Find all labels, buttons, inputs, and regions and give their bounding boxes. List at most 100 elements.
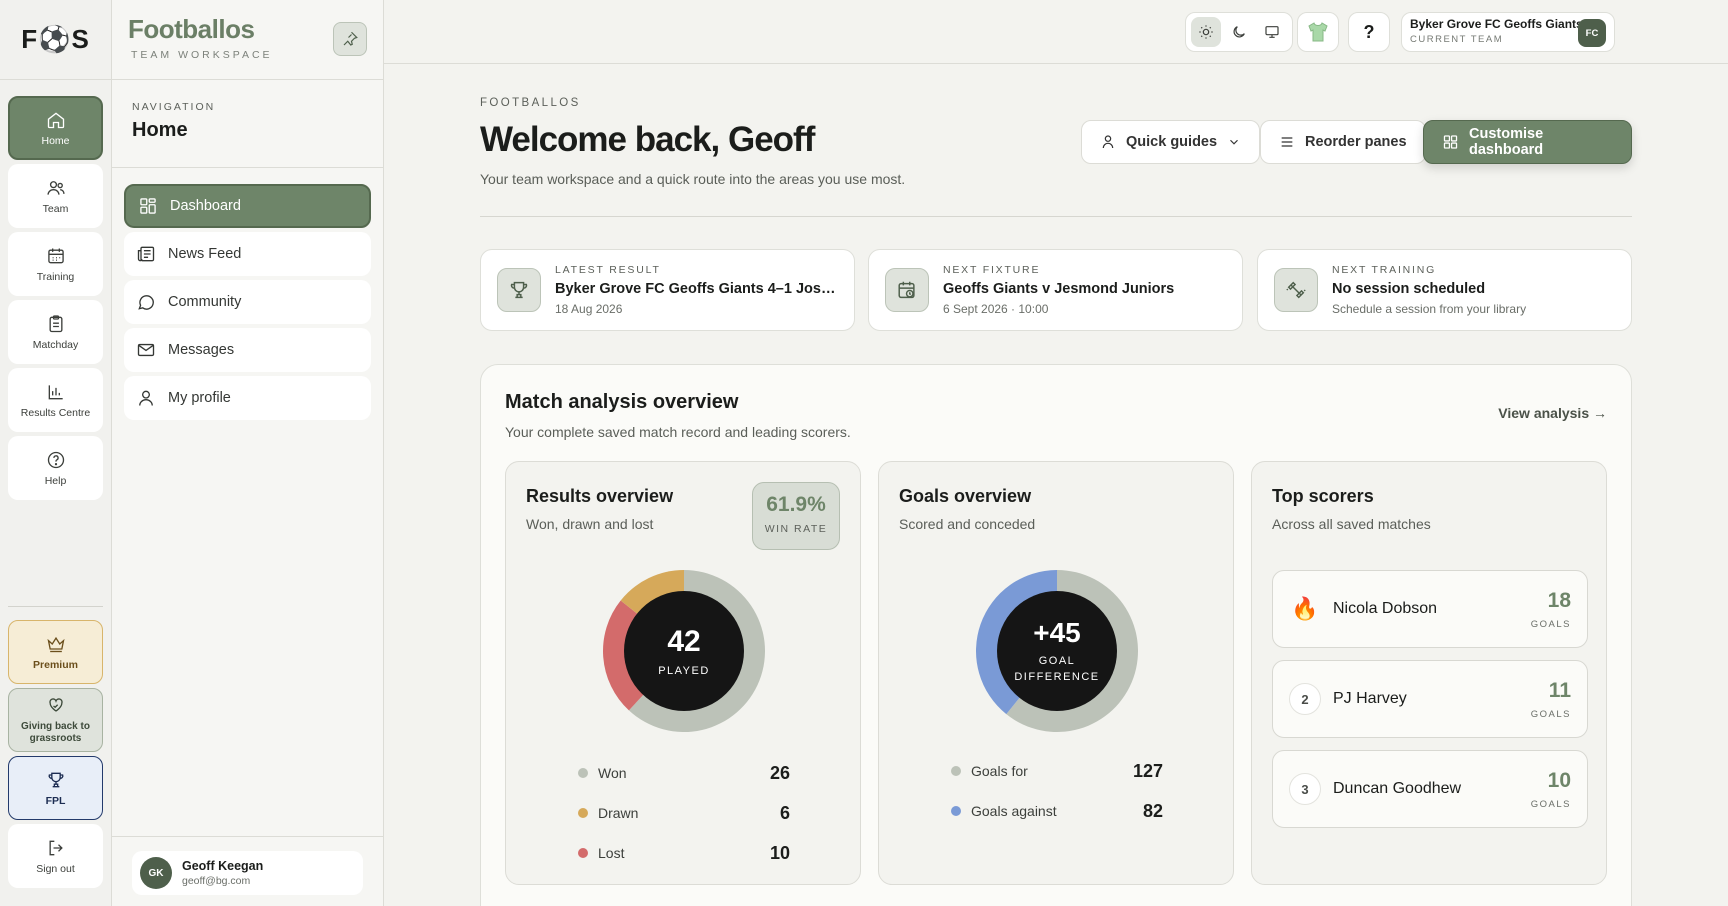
- pin-sidebar-button[interactable]: [333, 22, 367, 56]
- goal-difference-label-2: DIFFERENCE: [1014, 671, 1099, 683]
- goal-difference-label-1: GOAL: [1039, 655, 1076, 667]
- calendar-clock-icon: [898, 281, 915, 299]
- next-training-card[interactable]: NEXT TRAINING No session scheduled Sched…: [1257, 249, 1632, 331]
- legend-dot: [578, 848, 588, 858]
- card-kicker: NEXT FIXTURE: [943, 264, 1041, 276]
- reorder-panes-button[interactable]: Reorder panes: [1260, 120, 1426, 164]
- sun-icon: [1199, 25, 1213, 39]
- card-subtitle: 18 Aug 2026: [555, 302, 623, 316]
- next-fixture-card[interactable]: NEXT FIXTURE Geoffs Giants v Jesmond Jun…: [868, 249, 1243, 331]
- legend-dot: [578, 808, 588, 818]
- scorers-subtitle: Across all saved matches: [1272, 516, 1431, 532]
- card-subtitle: Schedule a session from your library: [1332, 302, 1527, 316]
- rail-item-premium[interactable]: Premium: [8, 620, 103, 684]
- header-divider: [480, 216, 1632, 217]
- heart-hands-icon: [48, 697, 63, 712]
- rail-item-label: Training: [36, 270, 75, 283]
- rail-item-matchday[interactable]: Matchday: [8, 300, 103, 364]
- results-donut-chart: 42 PLAYED: [603, 570, 765, 732]
- current-team-selector[interactable]: Byker Grove FC Geoffs Giants CURRENT TEA…: [1401, 12, 1615, 52]
- nav-item-my-profile[interactable]: My profile: [124, 376, 371, 420]
- nav-list: Dashboard News Feed Community Messages M…: [112, 168, 383, 440]
- goal-difference-value: +45: [1033, 617, 1081, 648]
- fire-icon: 🔥: [1291, 596, 1319, 621]
- user-card: GK Geoff Keegan geoff@bg.com: [112, 836, 383, 906]
- chat-bubble-icon: [138, 295, 154, 310]
- rail-item-fpl[interactable]: FPL: [8, 756, 103, 820]
- card-kicker: LATEST RESULT: [555, 264, 661, 276]
- home-icon: [47, 111, 64, 128]
- rail-item-label: Team: [42, 202, 69, 215]
- newspaper-icon: [137, 246, 155, 262]
- legend-value: 10: [769, 842, 790, 863]
- results-title: Results overview: [526, 486, 674, 506]
- guide-person-icon: [1102, 135, 1114, 149]
- rail-item-help[interactable]: Help: [8, 436, 103, 500]
- rail-item-team[interactable]: Team: [8, 164, 103, 228]
- moon-icon: [1233, 26, 1245, 38]
- nav-item-label: Messages: [168, 342, 235, 358]
- scorer-rank: 2: [1289, 683, 1321, 715]
- trophy-icon: [48, 772, 63, 787]
- rail-logo[interactable]: F⚽S: [0, 0, 111, 80]
- team-name: Byker Grove FC Geoffs Giants: [1410, 17, 1583, 31]
- team-subtitle: CURRENT TEAM: [1410, 34, 1504, 45]
- legend-row-lost: Lost 10: [578, 833, 790, 873]
- dark-theme-button[interactable]: [1224, 17, 1254, 47]
- rail-item-training[interactable]: Training: [8, 232, 103, 296]
- nav-item-messages[interactable]: Messages: [124, 328, 371, 372]
- navigation-title: Home: [132, 119, 188, 141]
- legend-row-goals-against: Goals against 82: [951, 791, 1163, 831]
- team-badge: FC: [1578, 19, 1606, 47]
- scorer-goals: 18: [1547, 588, 1571, 612]
- scorer-row[interactable]: 2 PJ Harvey 11 GOALS: [1272, 660, 1588, 738]
- legend-value: 127: [1132, 760, 1163, 781]
- rail-item-label: Help: [44, 474, 67, 487]
- navigation-kicker: NAVIGATION: [132, 101, 216, 113]
- page-subtitle: Your team workspace and a quick route in…: [480, 171, 906, 187]
- view-analysis-link[interactable]: View analysis →: [1498, 405, 1607, 421]
- light-theme-button[interactable]: [1191, 17, 1222, 47]
- rail-item-label: Home: [41, 134, 70, 147]
- card-kicker: NEXT TRAINING: [1332, 264, 1437, 276]
- rail-item-sign-out[interactable]: Sign out: [8, 824, 103, 888]
- legend-value: 26: [769, 762, 790, 783]
- customise-dashboard-button[interactable]: Customise dashboard: [1423, 120, 1632, 164]
- results-subtitle: Won, drawn and lost: [526, 516, 654, 532]
- latest-result-card[interactable]: LATEST RESULT Byker Grove FC Geoffs Gian…: [480, 249, 855, 331]
- scorer-goals: 11: [1548, 678, 1571, 702]
- crown-icon: [46, 636, 65, 652]
- rail-item-label: Sign out: [36, 862, 75, 875]
- quick-guides-button[interactable]: Quick guides: [1081, 120, 1261, 164]
- win-rate-label: WIN RATE: [764, 523, 828, 535]
- pin-icon: [343, 31, 358, 46]
- top-scorers-card: Top scorers Across all saved matches 🔥 N…: [1251, 461, 1607, 885]
- rail-item-label: Giving back to grassroots: [21, 720, 90, 744]
- goals-subtitle: Scored and conceded: [899, 516, 1036, 532]
- nav-item-dashboard[interactable]: Dashboard: [124, 184, 371, 228]
- user-profile-button[interactable]: GK Geoff Keegan geoff@bg.com: [132, 851, 363, 895]
- nav-item-community[interactable]: Community: [124, 280, 371, 324]
- system-theme-button[interactable]: [1257, 17, 1287, 47]
- legend-label: Goals against: [971, 803, 1057, 819]
- rail-item-home[interactable]: Home: [8, 96, 103, 160]
- legend-dot: [951, 766, 961, 776]
- nav-item-news-feed[interactable]: News Feed: [124, 232, 371, 276]
- legend-row-won: Won 26: [578, 753, 790, 793]
- sign-out-icon: [49, 840, 63, 855]
- legend-label: Goals for: [971, 763, 1028, 779]
- dashboard-icon: [1443, 135, 1458, 149]
- scorer-row[interactable]: 3 Duncan Goodhew 10 GOALS: [1272, 750, 1588, 828]
- goals-label: GOALS: [1530, 618, 1571, 630]
- rail-item-results-centre[interactable]: Results Centre: [8, 368, 103, 432]
- goals-label: GOALS: [1530, 708, 1571, 720]
- brand-subtitle: TEAM WORKSPACE: [131, 49, 273, 61]
- calendar-icon: [47, 248, 64, 263]
- rail-item-giving-back[interactable]: Giving back to grassroots: [8, 688, 103, 752]
- scorer-name: PJ Harvey: [1333, 690, 1407, 707]
- help-button[interactable]: ?: [1348, 12, 1390, 52]
- scorer-row[interactable]: 🔥 Nicola Dobson 18 GOALS: [1272, 570, 1588, 648]
- menu-lines-icon: [1281, 137, 1293, 147]
- goals-overview-card: Goals overview Scored and conceded +45 G…: [878, 461, 1234, 885]
- team-kit-button[interactable]: [1297, 12, 1339, 52]
